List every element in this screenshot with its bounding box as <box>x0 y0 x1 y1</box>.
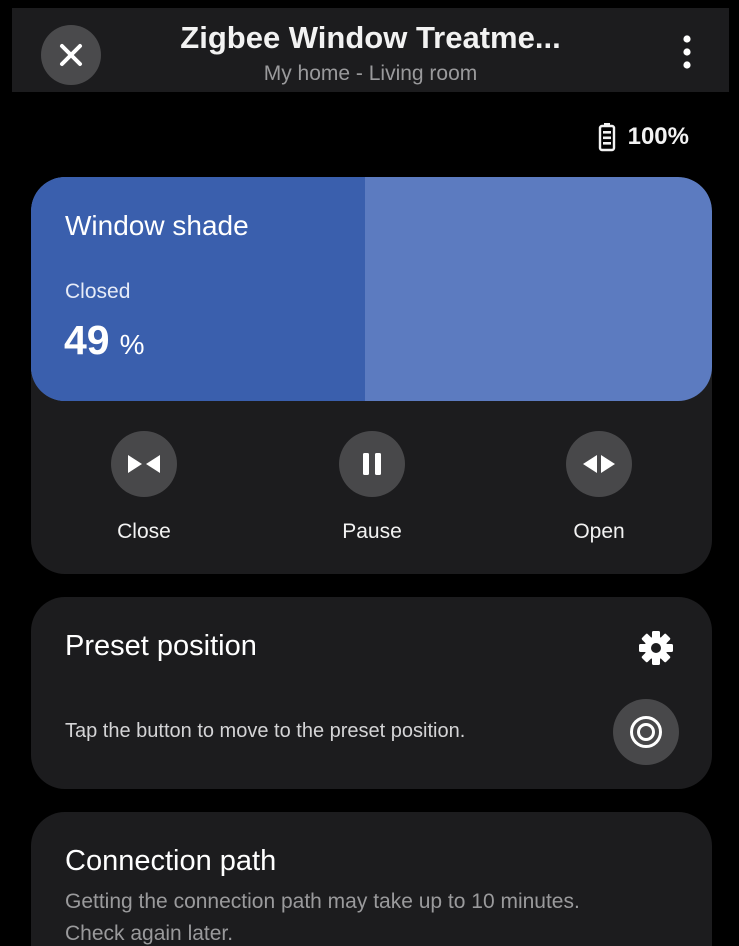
pause-button[interactable]: Pause <box>302 431 442 544</box>
open-shade-icon <box>583 455 615 473</box>
shade-status: Closed <box>65 280 131 303</box>
battery-level: 100% <box>627 123 689 150</box>
window-shade-card: Window shade Closed 49 % Close Pause Ope… <box>31 177 712 574</box>
gear-icon <box>639 631 673 665</box>
connection-title: Connection path <box>65 845 277 877</box>
shade-level-slider[interactable]: Window shade Closed 49 % <box>31 177 712 401</box>
battery-status: 100% <box>598 122 689 152</box>
preset-title: Preset position <box>65 630 257 662</box>
target-icon <box>630 716 662 748</box>
app-frame: Zigbee Window Treatme... My home - Livin… <box>12 8 729 946</box>
close-shade-circle <box>111 431 177 497</box>
preset-description: Tap the button to move to the preset pos… <box>65 720 466 742</box>
pause-label: Pause <box>342 520 402 543</box>
close-shade-label: Close <box>117 520 171 543</box>
shade-level-unit: % <box>119 329 145 360</box>
preset-settings-button[interactable] <box>636 628 676 668</box>
open-shade-label: Open <box>573 520 625 543</box>
shade-level: 49 % <box>64 317 145 364</box>
open-shade-circle <box>566 431 632 497</box>
shade-name: Window shade <box>65 210 249 241</box>
device-location: My home - Living room <box>263 62 478 85</box>
preset-move-button[interactable] <box>613 699 679 765</box>
more-vertical-icon <box>683 35 691 69</box>
close-button[interactable] <box>41 25 101 85</box>
device-title: Zigbee Window Treatme... <box>180 20 561 55</box>
open-shade-button[interactable]: Open <box>529 431 669 544</box>
top-app-bar: Zigbee Window Treatme... My home - Livin… <box>12 8 729 92</box>
more-options-button[interactable] <box>671 32 703 72</box>
close-shade-button[interactable]: Close <box>74 431 214 544</box>
battery-icon <box>598 123 615 152</box>
shade-level-value: 49 <box>64 317 110 363</box>
pause-icon <box>363 453 381 475</box>
connection-description: Getting the connection path may take up … <box>65 890 580 945</box>
preset-position-card: Preset position Tap the button to move t… <box>31 597 712 789</box>
close-icon <box>60 44 82 66</box>
pause-circle <box>339 431 405 497</box>
connection-path-card[interactable]: Connection path Getting the connection p… <box>31 812 712 946</box>
close-shade-icon <box>128 455 160 473</box>
